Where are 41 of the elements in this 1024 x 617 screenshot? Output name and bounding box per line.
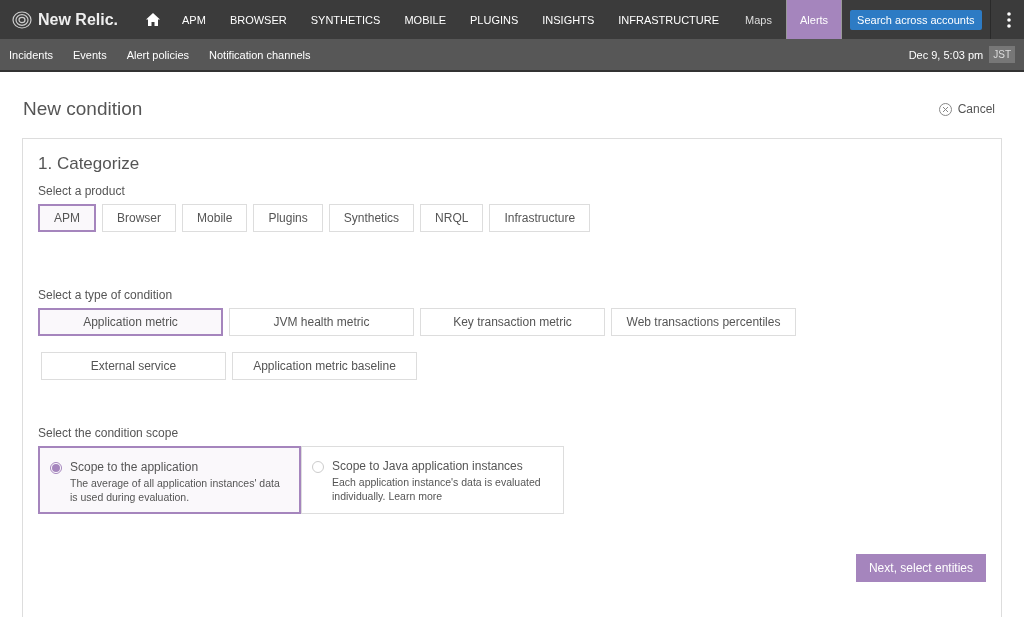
nav-tab[interactable]: APM (170, 0, 218, 39)
condition-type-option[interactable]: Application metric baseline (232, 352, 417, 380)
page-title: New condition (23, 98, 143, 120)
nav-tab[interactable]: MOBILE (392, 0, 458, 39)
product-option[interactable]: Infrastructure (489, 204, 591, 232)
learn-more-link[interactable]: Learn more (388, 489, 443, 502)
nav-tab[interactable]: INFRASTRUCTURE (606, 0, 732, 39)
date-time: Dec 9, 5:03 pm (908, 48, 984, 61)
brand-name: New Relic. (38, 10, 119, 29)
search-accounts-button[interactable]: Search across accounts (850, 9, 982, 30)
scope-option[interactable]: Scope to Java application instances Each application instance's data is evaluated individually. Learn more (301, 446, 564, 514)
field-label: Select a type of condition (38, 288, 174, 302)
nav-tab[interactable]: BROWSER (217, 0, 299, 39)
field-label: Select the condition scope (38, 426, 180, 440)
product-option[interactable]: NRQL (420, 204, 484, 232)
nav-tab[interactable]: Maps (731, 0, 786, 39)
nav-tab[interactable]: INSIGHTS (530, 0, 607, 39)
product-option[interactable]: APM (38, 204, 96, 232)
product-option[interactable]: Synthetics (328, 204, 415, 232)
scope-description: The average of all application instances' data is used during evaluation. (70, 477, 281, 505)
scope-description: Each application instance's data is evaluated individually. Learn more (332, 476, 542, 504)
condition-type-option[interactable]: External service (41, 352, 226, 380)
nav-tab[interactable]: SYNTHETICS (298, 0, 393, 39)
condition-type-option[interactable]: JVM health metric (229, 308, 414, 336)
section-title: 1. Categorize (38, 154, 141, 174)
product-option[interactable]: Browser (102, 204, 177, 232)
condition-type-option[interactable]: Application metric (38, 308, 223, 336)
sub-nav-link[interactable]: Events (73, 48, 107, 61)
cancel-button[interactable]: Cancel (932, 101, 1001, 117)
scope-title: Scope to the application (70, 460, 200, 474)
product-option[interactable]: Plugins (253, 204, 323, 232)
sub-nav-link[interactable]: Alert policies (126, 48, 190, 61)
product-option[interactable]: Mobile (182, 204, 248, 232)
condition-type-option[interactable]: Key transaction metric (420, 308, 605, 336)
nav-tab[interactable]: PLUGINS (458, 0, 531, 39)
sub-nav-link[interactable]: Notification channels (209, 48, 311, 61)
sub-nav-link[interactable]: Incidents (9, 48, 54, 61)
scope-title: Scope to Java application instances (332, 459, 524, 473)
field-label: Select a product (38, 184, 126, 198)
scope-option[interactable]: Scope to the application The average of all application instances' data is used during evaluation. (38, 446, 301, 514)
condition-type-option[interactable]: Web transactions percentiles (611, 308, 796, 336)
